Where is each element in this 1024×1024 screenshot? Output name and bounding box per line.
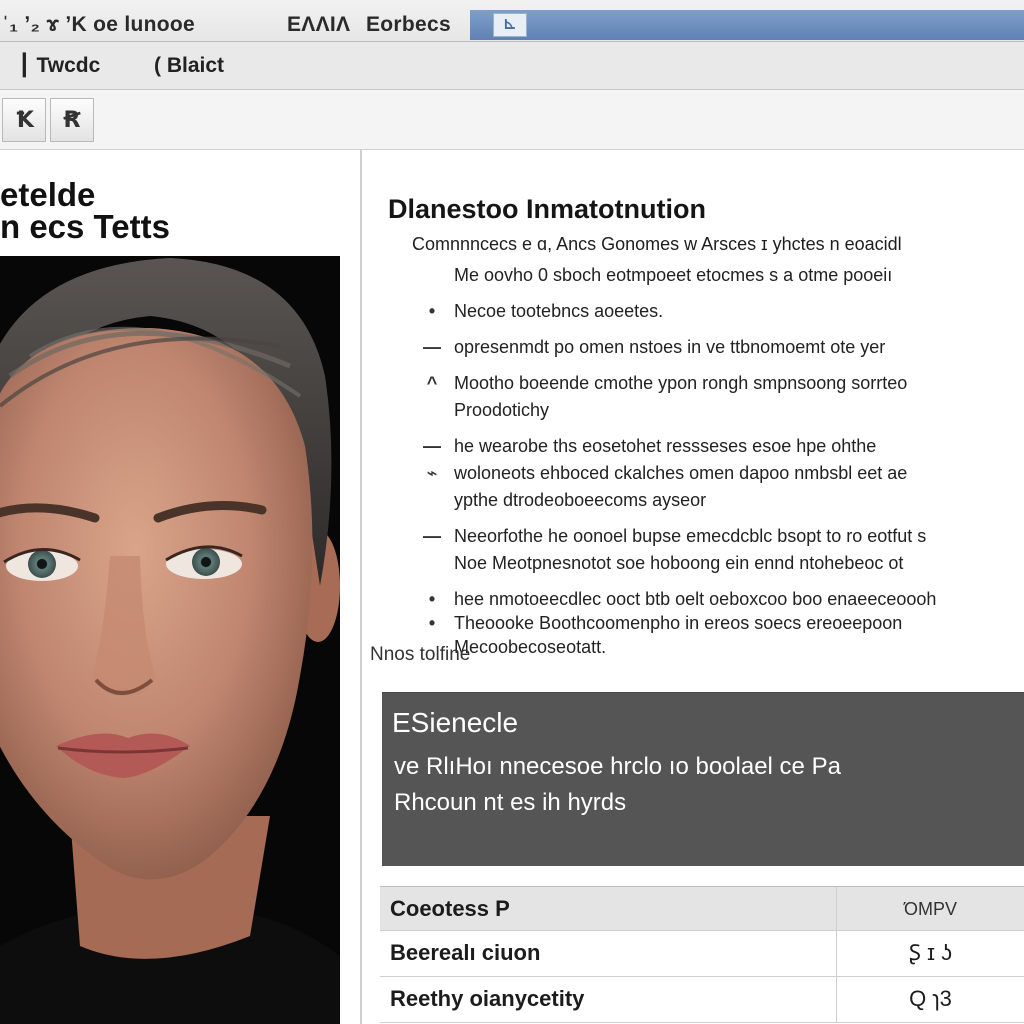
list-marker: — xyxy=(423,526,441,546)
summary-box: ESienecle ve RlıHoı nnecesoe hrclo ıo bo… xyxy=(382,692,1024,866)
table-cell-value: Q ɿ3 xyxy=(836,977,1024,1022)
list-marker: ^ xyxy=(426,373,438,393)
list-item-text: Noe Meotpnesnotot soe hoboong ein ennd n… xyxy=(454,553,904,573)
menu-item-2[interactable]: ( Blaict xyxy=(150,52,228,80)
list-item-text: Proodotichy xyxy=(454,400,550,420)
list-item: — opresenmdt po omen nstoes in ve ttbnomo… xyxy=(408,334,1024,361)
list-item: ypthe dtrodeoboeecoms ayseor xyxy=(408,487,1024,514)
right-panel: Dlanestoo Inmatotnution Comnnncecs e ɑ, … xyxy=(364,150,1024,1024)
window-icon[interactable]: ⊾ xyxy=(493,13,527,37)
summary-line-2: Rhcoun nt es ih hyrds xyxy=(394,789,627,816)
summary-title: ESienecle xyxy=(392,707,519,738)
table-cell-name: Beerealı ciuon xyxy=(390,940,541,965)
list-marker: • xyxy=(428,613,436,633)
results-table: Coeotess P ΌΜΡV Beerealı ciuon Ʂ ɪ ʖ Ree… xyxy=(380,886,1024,1023)
title-bar: ˈ₁ ʼ₂ ɤ ʼK oe lunooe EΛΛΙΛ Eorbecs ⊾ xyxy=(0,0,1024,42)
list-item: • Necoe tootebncs aoeetes. xyxy=(408,298,1024,325)
list-item-text: ypthe dtrodeoboeecoms ayseor xyxy=(454,490,707,510)
list-marker: — xyxy=(423,337,441,357)
toolbar-button-1[interactable]: Ꝁ xyxy=(2,98,46,142)
menu-item-2-label: Blaict xyxy=(166,54,225,77)
toolbar: Ꝁ Ꞧ xyxy=(0,90,1024,150)
summary-line-1: ve RlıHoı nnecesoe hrclo ıo boolael ce P… xyxy=(394,753,841,780)
list-item: — Neeorfothe he oonoel bupse emecdcblc bs… xyxy=(408,523,1024,550)
list-item-text: Necoe tootebncs aoeetes. xyxy=(454,301,664,321)
menu-item-1-label: Twcdc xyxy=(36,54,101,77)
section-title: Dlanestoo Inmatotnution xyxy=(388,194,706,224)
section-description: Comnnncecs e ɑ, Ancs Gonomes w Arsces ɪ … xyxy=(412,234,902,254)
list-item-text: Neeorfothe he oonoel bupse emecdcblc bso… xyxy=(454,526,927,546)
list-item-text: Mecoobecoseotatt. xyxy=(454,637,607,657)
list-item: ^ Mootho boeende cmothe ypon rongh smpnso… xyxy=(408,370,1024,397)
window-title: ˈ₁ ʼ₂ ɤ ʼK oe lunooe xyxy=(2,13,195,36)
list-item: Me oovho 0 sboch eotmpoeet etocmes s a o… xyxy=(408,262,1024,289)
table-header-row: Coeotess P ΌΜΡV xyxy=(380,887,1024,931)
table-row[interactable]: Beerealı ciuon Ʂ ɪ ʖ xyxy=(380,931,1024,977)
list-item-text: woloneots ehboced ckalches omen dapoo nm… xyxy=(454,463,908,483)
detail-list: Me oovho 0 sboch eotmpoeet etocmes s a o… xyxy=(408,262,1024,670)
menu-item-2-marker: ( xyxy=(154,54,167,77)
list-marker: — xyxy=(423,436,441,456)
title-bar-accent xyxy=(470,10,1024,40)
list-marker: • xyxy=(428,589,436,609)
list-item-text: opresenmdt po omen nstoes in ve ttbnomoe… xyxy=(454,337,886,357)
table-header-name[interactable]: Coeotess P xyxy=(390,887,830,930)
list-item-text: Theoooke Boothcoomenpho in ereos soecs e… xyxy=(454,613,903,633)
list-item-text: Mootho boeende cmothe ypon rongh smpnsoo… xyxy=(454,373,908,393)
list-item-text: Me oovho 0 sboch eotmpoeet etocmes s a o… xyxy=(454,265,893,285)
list-item: — he wearobe ths eosetohet ressseses esoe… xyxy=(408,433,1024,460)
left-panel: etelde n ecs Tetts xyxy=(0,150,362,1024)
list-item: • Theoooke Boothcoomenpho in ereos soecs … xyxy=(408,610,1024,637)
list-item: ⌁ woloneots ehboced ckalches omen dapoo n… xyxy=(408,460,1024,487)
left-heading-line-2: n ecs Tetts xyxy=(0,208,170,245)
document-name: Eorbecs xyxy=(366,13,451,36)
menu-item-1-marker: ┃ xyxy=(18,54,37,77)
notes-label: Nnos tolfine xyxy=(370,644,471,665)
list-item: • hee nmotoeecdlec ooct btb oelt oeboxcoo… xyxy=(408,586,1024,613)
portrait-image xyxy=(0,256,340,1024)
list-item: Proodotichy xyxy=(408,397,1024,424)
list-marker: • xyxy=(428,301,436,321)
list-marker: ⌁ xyxy=(426,463,438,483)
list-item: Noe Meotpnesnotot soe hoboong ein ennd n… xyxy=(408,550,1024,577)
portrait-illustration xyxy=(0,256,340,1024)
list-item-text: hee nmotoeecdlec ooct btb oelt oeboxcoo … xyxy=(454,589,937,609)
list-item: Mecoobecoseotatt. xyxy=(408,634,1024,661)
toolbar-button-2[interactable]: Ꞧ xyxy=(50,98,94,142)
menu-item-1[interactable]: ┃ Twcdc xyxy=(14,52,104,80)
table-cell-name: Reethy oianycetity xyxy=(390,986,585,1011)
app-name: EΛΛΙΛ xyxy=(287,13,351,36)
table-cell-value: Ʂ ɪ ʖ xyxy=(836,931,1024,976)
table-header-value[interactable]: ΌΜΡV xyxy=(836,887,1024,930)
menu-bar: ┃ Twcdc ( Blaict xyxy=(0,42,1024,90)
table-row[interactable]: Reethy oianycetity Q ɿ3 xyxy=(380,977,1024,1023)
list-item-text: he wearobe ths eosetohet ressseses esoe … xyxy=(454,436,877,456)
